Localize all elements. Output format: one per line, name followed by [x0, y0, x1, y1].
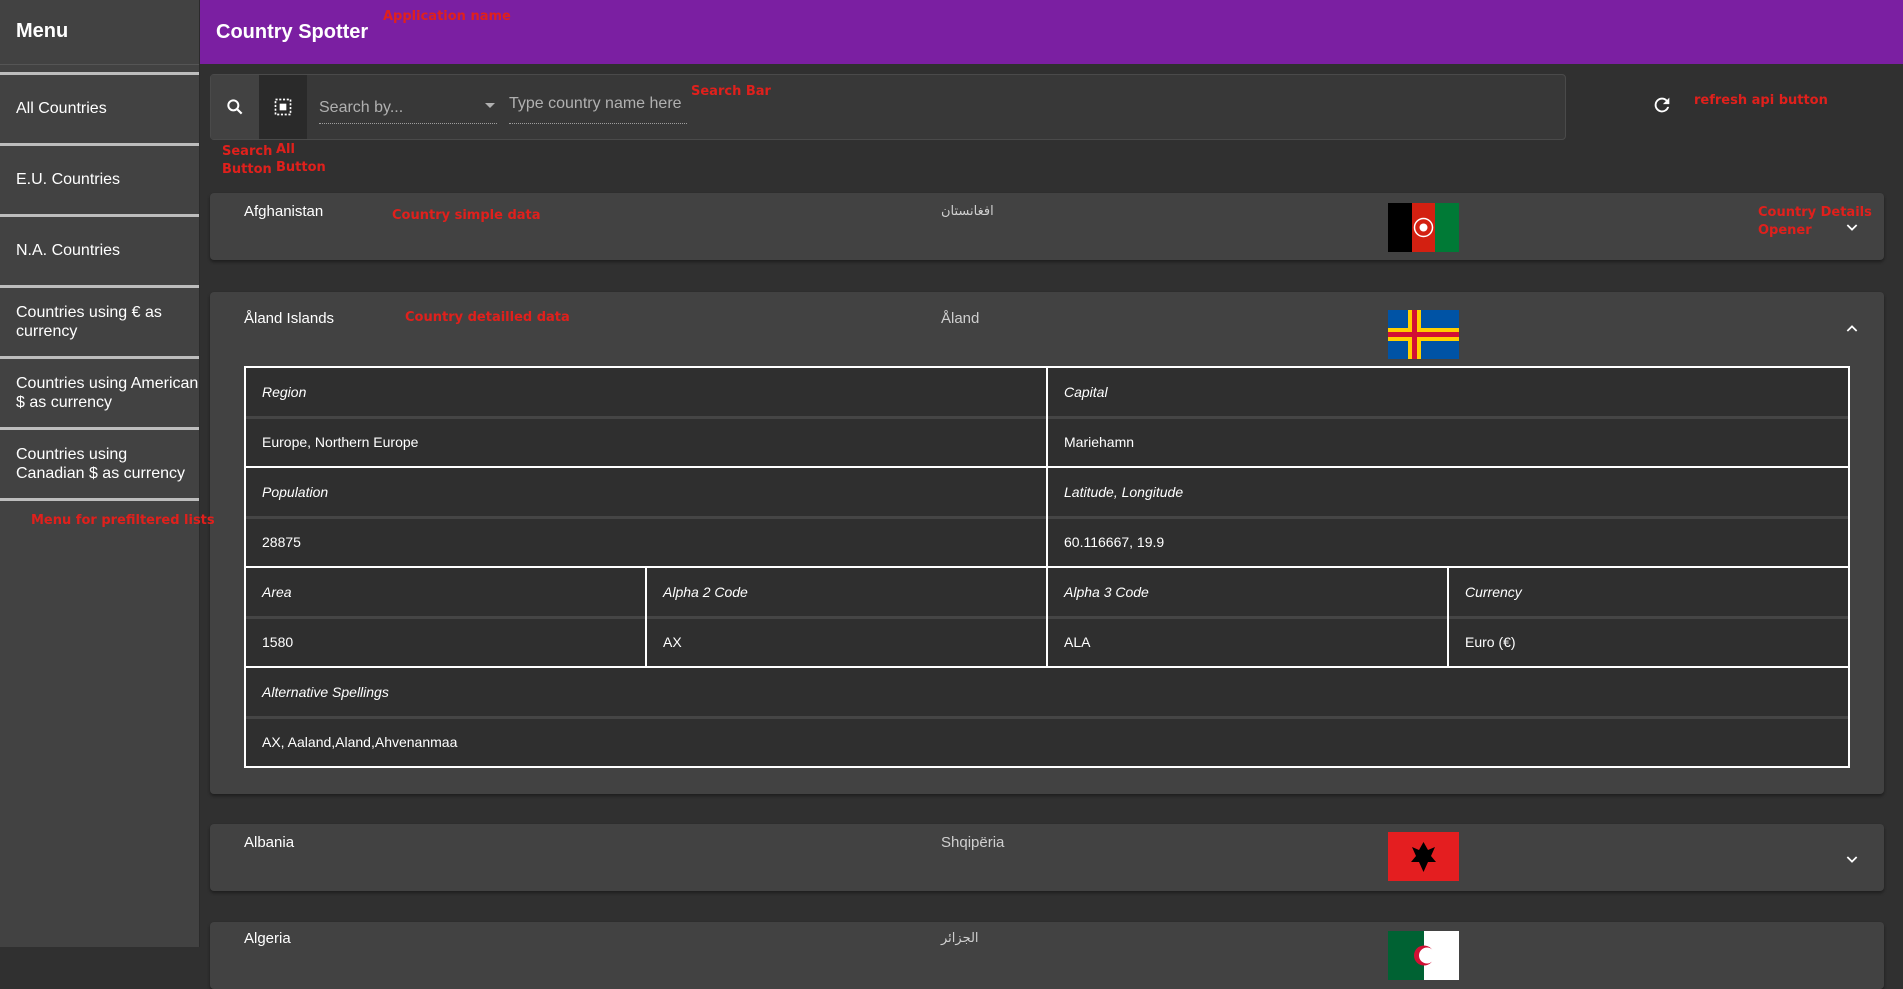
country-search-field[interactable]: [509, 87, 687, 124]
annotation-detailled-data: Country detailled data: [405, 310, 570, 325]
currency-cell: Currency Euro (€): [1449, 568, 1848, 666]
sidebar-menu: Menu All Countries E.U. Countries N.A. C…: [0, 0, 200, 947]
menu-title: Menu: [0, 0, 199, 65]
search-by-select[interactable]: Search by...: [319, 87, 497, 124]
country-name: Algeria: [244, 930, 291, 947]
alpha2-value: AX: [647, 619, 1046, 666]
capital-cell: Capital Mariehamn: [1048, 368, 1848, 466]
details-row: Region Europe, Northern Europe Capital M…: [246, 368, 1848, 468]
sidebar-item-eu-countries[interactable]: E.U. Countries: [0, 143, 199, 212]
alpha2-label: Alpha 2 Code: [647, 568, 1046, 619]
select-all-icon: [274, 98, 292, 116]
details-closer-button[interactable]: [1840, 317, 1864, 341]
refresh-api-button[interactable]: [1647, 90, 1677, 120]
chevron-down-icon: [485, 103, 495, 108]
country-panel-aland-islands[interactable]: Åland Islands Åland Region Europe, North…: [210, 292, 1884, 794]
chevron-up-icon: [1846, 325, 1858, 332]
refresh-icon: [1654, 97, 1670, 113]
annotation-simple-data: Country simple data: [392, 208, 541, 223]
country-name: Albania: [244, 834, 295, 851]
country-panel-albania[interactable]: Albania Shqipëria: [210, 824, 1884, 891]
country-details-table: Region Europe, Northern Europe Capital M…: [244, 366, 1850, 768]
area-label: Area: [246, 568, 645, 619]
algeria-flag-icon: [1388, 931, 1459, 980]
sidebar-item-cad-currency[interactable]: Countries using Canadian $ as currency: [0, 427, 199, 498]
country-native-name: Åland: [941, 310, 980, 327]
region-cell: Region Europe, Northern Europe: [246, 368, 1048, 466]
altspell-label: Alternative Spellings: [246, 668, 1848, 719]
details-row: Population 28875 Latitude, Longitude 60.…: [246, 468, 1848, 568]
aland-flag-icon: [1388, 310, 1459, 359]
currency-value: Euro (€): [1449, 619, 1848, 666]
sidebar-divider: [0, 498, 199, 501]
country-native-name: Shqipëria: [941, 834, 1005, 851]
altspell-value: AX, Aaland,Aland,Ahvenanmaa: [246, 719, 1848, 766]
annotation-all-button: All Button: [276, 142, 326, 175]
annotation-search-button: Search Button: [222, 144, 273, 177]
alpha2-cell: Alpha 2 Code AX: [647, 568, 1048, 666]
sidebar-item-na-countries[interactable]: N.A. Countries: [0, 214, 199, 283]
country-panel-algeria[interactable]: Algeria الجزائر: [210, 922, 1884, 989]
alpha3-value: ALA: [1048, 619, 1447, 666]
country-search-input[interactable]: [509, 95, 687, 113]
latlng-cell: Latitude, Longitude 60.116667, 19.9: [1048, 468, 1848, 566]
annotation-app-name: Application name: [383, 9, 511, 24]
country-name: Afghanistan: [244, 203, 324, 220]
country-native-name: افغانستان: [941, 203, 994, 218]
region-label: Region: [246, 368, 1046, 419]
country-name: Åland Islands: [244, 310, 335, 327]
capital-value: Mariehamn: [1048, 419, 1848, 466]
area-value: 1580: [246, 619, 645, 666]
capital-label: Capital: [1048, 368, 1848, 419]
currency-label: Currency: [1449, 568, 1848, 619]
search-by-placeholder: Search by...: [319, 99, 404, 116]
alpha3-label: Alpha 3 Code: [1048, 568, 1447, 619]
app-title: Country Spotter: [216, 21, 369, 43]
population-label: Population: [246, 468, 1046, 519]
population-cell: Population 28875: [246, 468, 1048, 566]
latlng-label: Latitude, Longitude: [1048, 468, 1848, 519]
latlng-value: 60.116667, 19.9: [1048, 519, 1848, 566]
country-panel-afghanistan[interactable]: Afghanistan افغانستان: [210, 193, 1884, 260]
sidebar-item-euro-currency[interactable]: Countries using € as currency: [0, 285, 199, 356]
search-icon: [227, 99, 243, 115]
altspell-cell: Alternative Spellings AX, Aaland,Aland,A…: [246, 668, 1848, 766]
annotation-search-bar: Search Bar: [691, 84, 771, 99]
area-cell: Area 1580: [246, 568, 647, 666]
details-row: Alternative Spellings AX, Aaland,Aland,A…: [246, 668, 1848, 766]
annotation-details-opener: Country Details Opener: [1758, 205, 1872, 238]
region-value: Europe, Northern Europe: [246, 419, 1046, 466]
country-native-name: الجزائر: [941, 930, 979, 945]
afghanistan-flag-icon: [1388, 203, 1459, 252]
search-bar: Search by...: [210, 74, 1566, 140]
sidebar-item-all-countries[interactable]: All Countries: [0, 72, 199, 141]
details-opener-button[interactable]: [1840, 847, 1864, 871]
sidebar-item-usd-currency[interactable]: Countries using American $ as currency: [0, 356, 199, 427]
details-row: Area 1580 Alpha 2 Code AX Alpha 3 Code A…: [246, 568, 1848, 668]
chevron-down-icon: [1846, 856, 1858, 863]
albania-flag-icon: [1388, 832, 1459, 881]
alpha3-cell: Alpha 3 Code ALA: [1048, 568, 1449, 666]
annotation-menu: Menu for prefiltered lists: [31, 513, 215, 528]
population-value: 28875: [246, 519, 1046, 566]
search-button[interactable]: [211, 75, 259, 139]
all-button[interactable]: [259, 75, 307, 139]
annotation-refresh: refresh api button: [1694, 93, 1828, 108]
